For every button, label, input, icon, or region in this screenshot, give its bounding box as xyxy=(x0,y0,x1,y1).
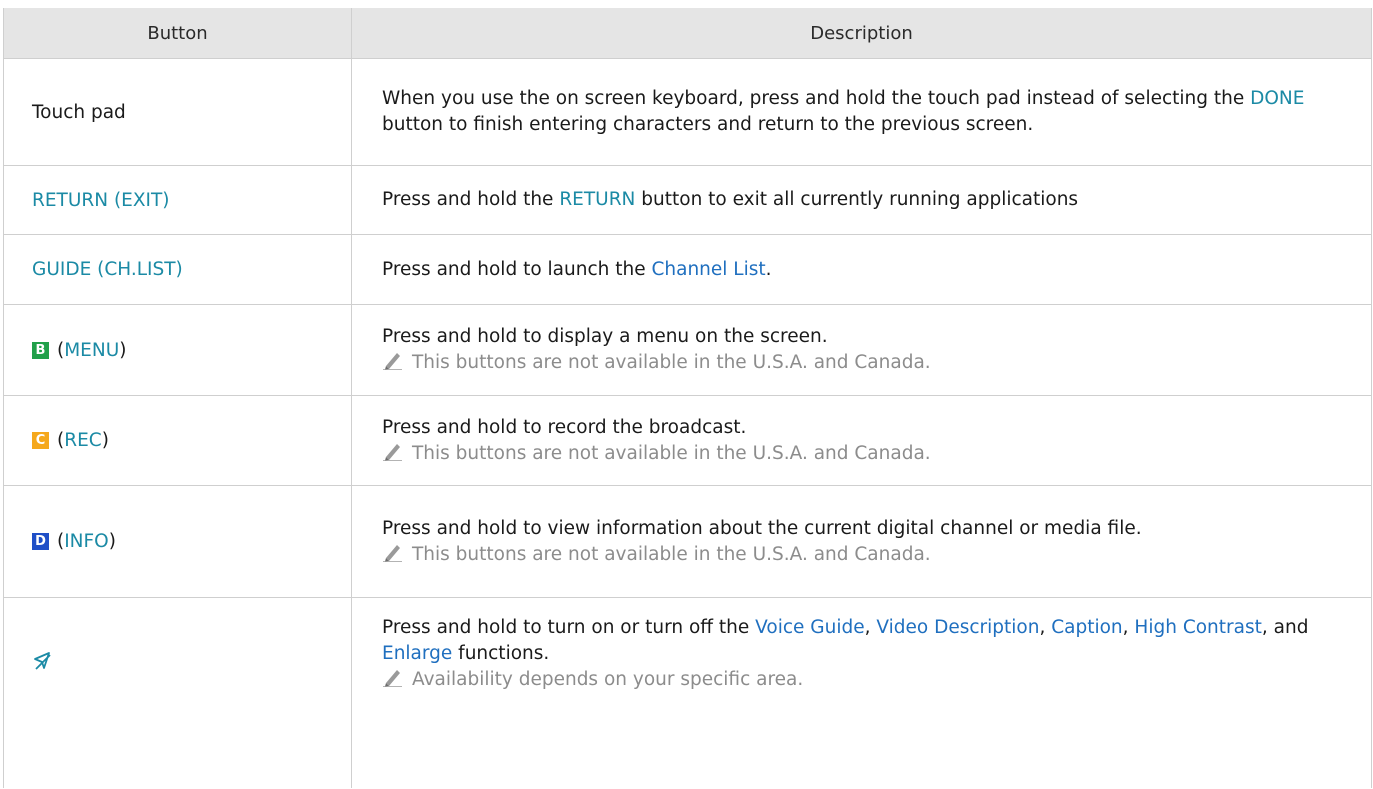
table-row: Press and hold to turn on or turn off th… xyxy=(4,598,1371,788)
row-description-cell: Press and hold to view information about… xyxy=(352,486,1371,597)
channel-list-link[interactable]: Channel List xyxy=(651,259,765,280)
b-key-icon: B xyxy=(32,341,49,359)
row-button-cell xyxy=(4,598,352,788)
row-description-cell: Press and hold to display a menu on the … xyxy=(352,305,1371,395)
header-description: Description xyxy=(352,8,1371,58)
row-button-cell: RETURN (EXIT) xyxy=(4,166,352,234)
button-description-table: Button Description Touch pad When you us… xyxy=(3,8,1372,788)
note: This buttons are not available in the U.… xyxy=(382,350,931,376)
button-label: RETURN (EXIT) xyxy=(32,189,170,211)
button-label: MENU xyxy=(64,339,120,361)
row-description-cell: Press and hold the RETURN button to exit… xyxy=(352,166,1371,234)
table-row: GUIDE (CH.LIST) Press and hold to launch… xyxy=(4,235,1371,305)
description-text: Press and hold to launch the Channel Lis… xyxy=(382,258,772,280)
pencil-icon xyxy=(383,443,402,461)
button-label: GUIDE (CH.LIST) xyxy=(32,259,183,280)
row-button-cell: B(MENU) xyxy=(4,305,352,395)
row-button-cell: C(REC) xyxy=(4,396,352,485)
note: This buttons are not available in the U.… xyxy=(382,542,1142,568)
row-description-cell: Press and hold to turn on or turn off th… xyxy=(352,598,1371,788)
description-text: Press and hold to display a menu on the … xyxy=(382,324,931,376)
button-label: Touch pad xyxy=(32,101,126,123)
table-header-row: Button Description xyxy=(4,8,1371,59)
description-text: Press and hold to view information about… xyxy=(382,516,1142,568)
row-button-cell: Touch pad xyxy=(4,59,352,165)
row-description-cell: When you use the on screen keyboard, pre… xyxy=(352,59,1371,165)
keyword: DONE xyxy=(1250,88,1305,109)
video-description-link[interactable]: Video Description xyxy=(876,617,1039,638)
description-text: When you use the on screen keyboard, pre… xyxy=(382,88,1305,135)
pencil-icon xyxy=(383,670,402,687)
button-label: INFO xyxy=(64,531,109,552)
accessibility-icon xyxy=(34,652,51,670)
c-key-icon: C xyxy=(32,432,49,449)
enlarge-link[interactable]: Enlarge xyxy=(382,643,452,664)
row-description-cell: Press and hold to record the broadcast. … xyxy=(352,396,1371,485)
header-button-label: Button xyxy=(147,22,208,44)
caption-link[interactable]: Caption xyxy=(1051,617,1122,638)
pencil-icon xyxy=(383,544,402,562)
description-text: Press and hold the RETURN button to exit… xyxy=(382,189,1079,210)
button-label: REC xyxy=(64,430,102,451)
table-row: C(REC) Press and hold to record the broa… xyxy=(4,396,1371,486)
pencil-icon xyxy=(383,353,402,370)
description-text: Press and hold to record the broadcast. … xyxy=(382,415,931,467)
header-description-label: Description xyxy=(810,22,913,44)
d-key-icon: D xyxy=(32,533,49,550)
table-row: D(INFO) Press and hold to view informati… xyxy=(4,486,1371,598)
description-text: Press and hold to turn on or turn off th… xyxy=(382,615,1343,693)
row-button-cell: D(INFO) xyxy=(4,486,352,597)
table-row: B(MENU) Press and hold to display a menu… xyxy=(4,305,1371,396)
note: This buttons are not available in the U.… xyxy=(382,441,931,467)
header-button: Button xyxy=(4,8,352,58)
high-contrast-link[interactable]: High Contrast xyxy=(1134,617,1261,638)
voice-guide-link[interactable]: Voice Guide xyxy=(755,617,864,638)
keyword: RETURN xyxy=(559,189,636,210)
note: Availability depends on your specific ar… xyxy=(382,667,1343,693)
table-row: RETURN (EXIT) Press and hold the RETURN … xyxy=(4,166,1371,235)
table-row: Touch pad When you use the on screen key… xyxy=(4,59,1371,166)
row-description-cell: Press and hold to launch the Channel Lis… xyxy=(352,235,1371,304)
row-button-cell: GUIDE (CH.LIST) xyxy=(4,235,352,304)
